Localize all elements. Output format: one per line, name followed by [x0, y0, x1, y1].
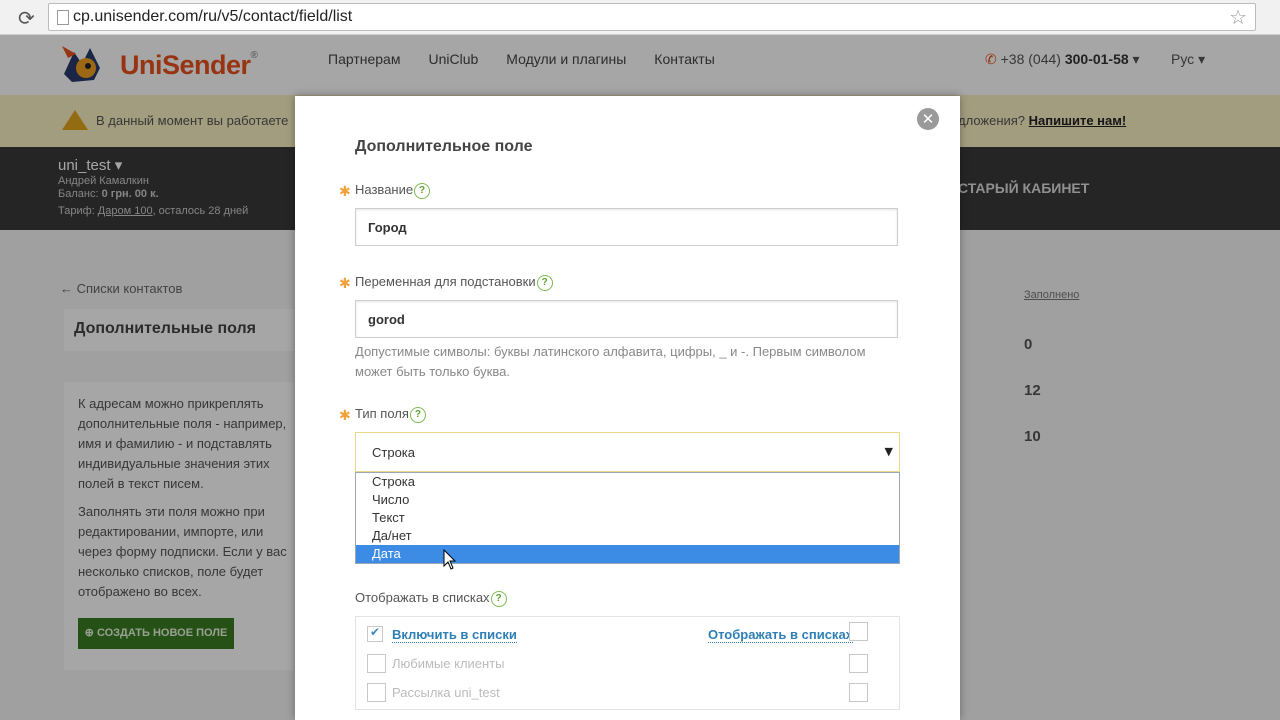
- help-icon[interactable]: ?: [409, 406, 426, 423]
- show-in-lists-label[interactable]: Отображать в списках: [708, 627, 853, 643]
- name-label: Название?: [355, 182, 431, 199]
- include-lists-label[interactable]: Включить в списки: [392, 627, 517, 643]
- list-show-checkbox[interactable]: [849, 683, 868, 702]
- reload-icon[interactable]: ⟳: [18, 6, 35, 30]
- list-checkbox[interactable]: [367, 654, 386, 673]
- type-option-text[interactable]: Текст: [356, 509, 899, 527]
- field-type-dropdown: Строка Число Текст Да/нет Дата: [355, 472, 900, 564]
- address-bar[interactable]: cp.unisender.com/ru/v5/contact/field/lis…: [48, 3, 1256, 31]
- mouse-cursor-icon: [443, 549, 457, 570]
- include-lists-checkbox[interactable]: [367, 625, 383, 642]
- page-icon: [57, 10, 69, 25]
- name-input[interactable]: Город: [355, 208, 898, 246]
- url-text[interactable]: cp.unisender.com/ru/v5/contact/field/lis…: [73, 8, 352, 26]
- type-option-string[interactable]: Строка: [356, 473, 899, 491]
- type-option-number[interactable]: Число: [356, 491, 899, 509]
- list-label: Рассылка uni_test: [392, 685, 500, 700]
- bookmark-star-icon[interactable]: ☆: [1229, 5, 1247, 29]
- lists-label: Отображать в списках?: [355, 590, 507, 607]
- required-marker: ✱: [339, 275, 351, 291]
- close-icon[interactable]: ✕: [917, 108, 939, 130]
- required-marker: ✱: [339, 183, 351, 199]
- list-checkbox[interactable]: [367, 683, 386, 702]
- type-option-date[interactable]: Дата: [356, 545, 899, 563]
- type-label: Тип поля?: [355, 406, 426, 423]
- help-icon[interactable]: ?: [536, 274, 553, 291]
- list-label: Любимые клиенты: [392, 656, 505, 671]
- lists-box: Включить в списки Отображать в списках Л…: [355, 616, 900, 710]
- field-type-select[interactable]: Строка ▼: [355, 432, 900, 472]
- help-icon[interactable]: ?: [414, 182, 431, 199]
- dropdown-arrow-icon: ▼: [884, 445, 893, 458]
- required-marker: ✱: [339, 407, 351, 423]
- variable-hint: Допустимые символы: буквы латинского алф…: [355, 344, 866, 379]
- modal-title: Дополнительное поле: [355, 138, 533, 155]
- type-option-boolean[interactable]: Да/нет: [356, 527, 899, 545]
- variable-input[interactable]: gorod: [355, 300, 898, 338]
- variable-label: Переменная для подстановки?: [355, 274, 553, 291]
- help-icon[interactable]: ?: [490, 590, 507, 607]
- additional-field-modal: ✕ Дополнительное поле ✱ Название? Город …: [295, 96, 960, 720]
- show-in-lists-checkbox[interactable]: [849, 622, 868, 641]
- browser-toolbar: ⟳ cp.unisender.com/ru/v5/contact/field/l…: [0, 0, 1280, 35]
- list-show-checkbox[interactable]: [849, 654, 868, 673]
